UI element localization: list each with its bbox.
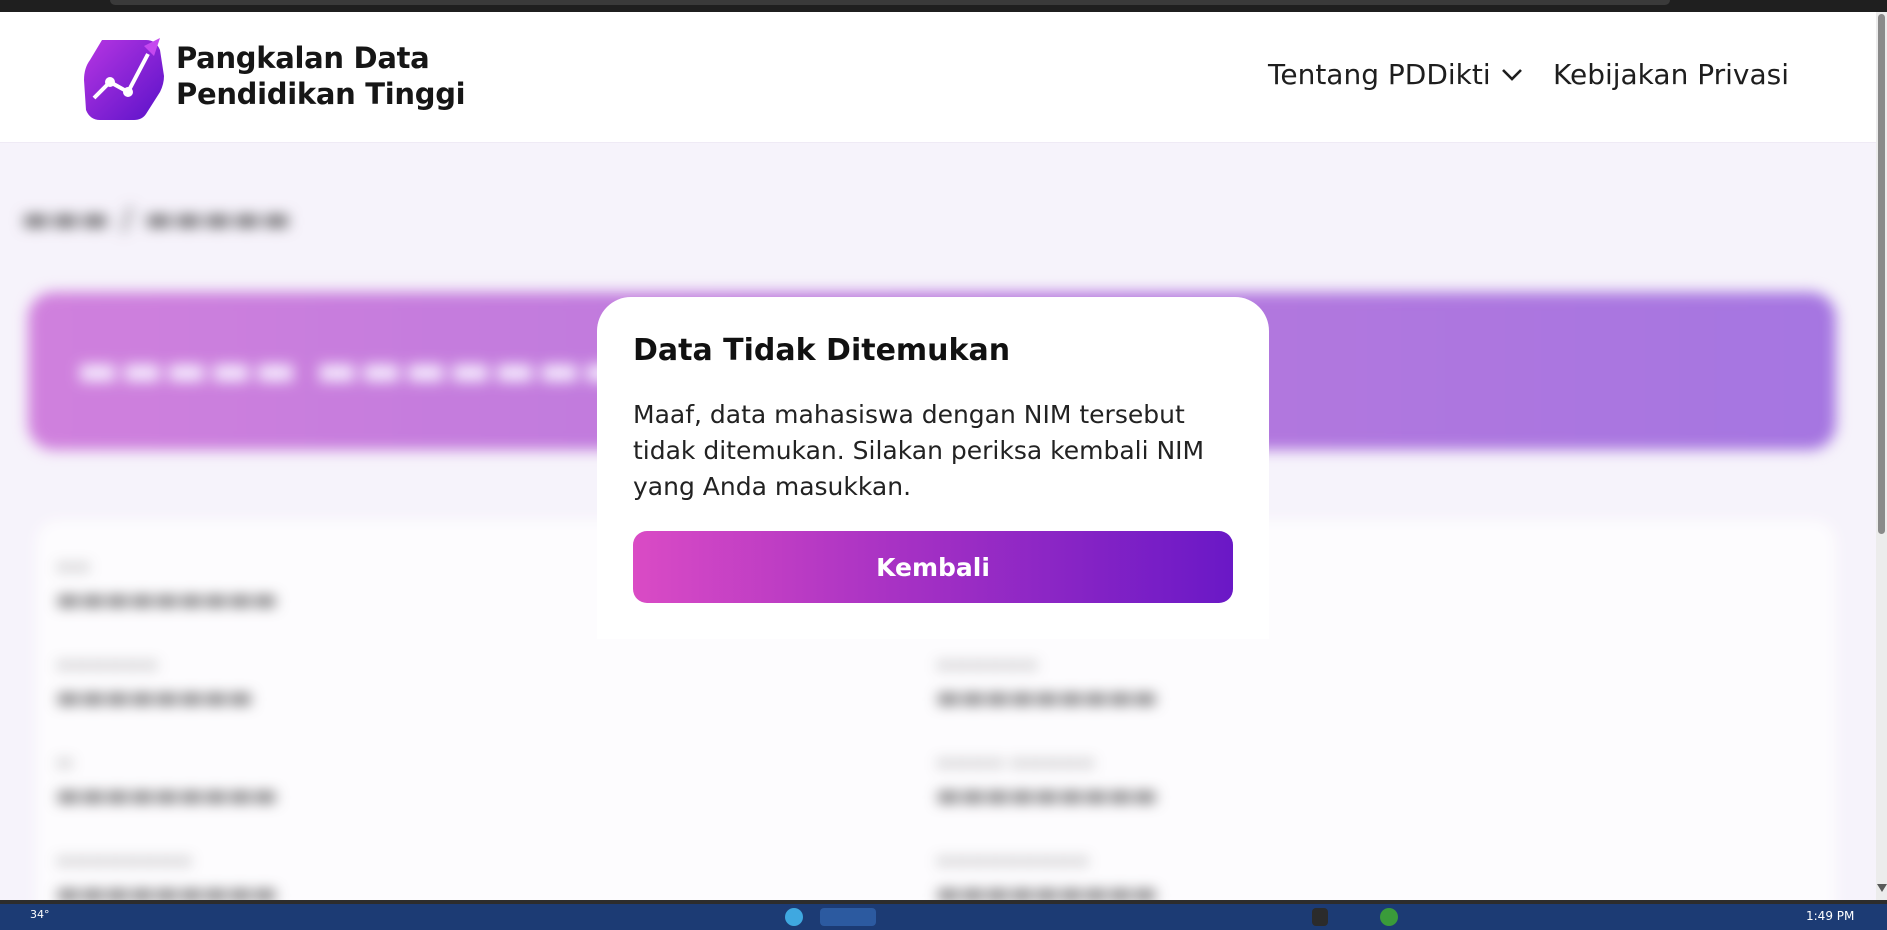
site-header: Pangkalan Data Pendidikan Tinggi Tentang…	[0, 12, 1876, 143]
nav-tentang-label: Tentang PDDikti	[1268, 58, 1491, 91]
taskbar-app-icon[interactable]	[1312, 908, 1328, 926]
taskbar-clock[interactable]: 1:49 PM	[1806, 909, 1854, 923]
chevron-down-icon	[1501, 68, 1522, 81]
nav-tentang-pddikti[interactable]: Tentang PDDikti	[1268, 58, 1523, 91]
nav-kebijakan-privasi[interactable]: Kebijakan Privasi	[1553, 58, 1789, 91]
brand-name[interactable]: Pangkalan Data Pendidikan Tinggi	[176, 40, 466, 112]
brand-line-1: Pangkalan Data	[176, 41, 430, 75]
taskbar-app-icon[interactable]	[1380, 908, 1398, 926]
scroll-down-arrow-icon[interactable]	[1877, 884, 1887, 892]
not-found-dialog: Data Tidak Ditemukan Maaf, data mahasisw…	[597, 297, 1269, 639]
dialog-title: Data Tidak Ditemukan	[633, 333, 1011, 368]
page: Pangkalan Data Pendidikan Tinggi Tentang…	[0, 12, 1876, 900]
browser-tab-strip	[110, 0, 1670, 5]
scrollbar-thumb[interactable]	[1878, 14, 1885, 534]
taskbar-app-icon-active[interactable]	[820, 908, 876, 926]
taskbar-weather[interactable]: 34°	[30, 908, 50, 921]
taskbar-app-icon[interactable]	[785, 908, 803, 926]
dialog-message: Maaf, data mahasiswa dengan NIM tersebut…	[633, 400, 1205, 501]
pddikti-logo-icon[interactable]	[84, 32, 164, 120]
page-scrollbar[interactable]	[1876, 12, 1887, 900]
browser-top-bar	[0, 0, 1887, 12]
kembali-button[interactable]: Kembali	[633, 531, 1233, 603]
brand-line-2: Pendidikan Tinggi	[176, 77, 466, 111]
